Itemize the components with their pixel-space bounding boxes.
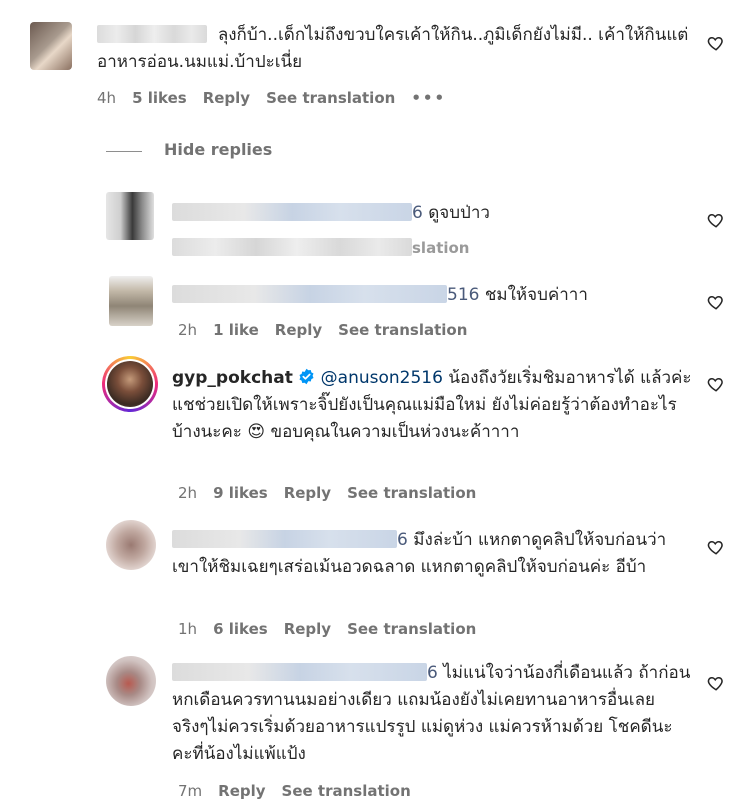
avatar-with-story-ring[interactable] — [102, 356, 158, 412]
blurred-text — [172, 238, 412, 256]
heart-outline-icon[interactable] — [707, 34, 725, 52]
likes-count[interactable]: 5 likes — [132, 89, 187, 107]
username-suffix: 6 — [427, 663, 438, 683]
heart-outline-icon[interactable] — [707, 293, 725, 311]
comment-time: 4h — [97, 89, 117, 107]
avatar[interactable] — [30, 22, 72, 70]
comment-text: 6 มึงล่ะบ้า แหกตาดูคลิปให้จบก่อนว่าเขาให… — [172, 530, 667, 577]
reply-button[interactable]: Reply — [284, 620, 331, 638]
comment-meta: 2h 1 like Reply See translation — [178, 321, 483, 339]
blurred-meta: slation — [172, 235, 692, 262]
comment-text: 6 ดูจบป่าว — [172, 200, 692, 227]
heart-outline-icon[interactable] — [707, 211, 725, 229]
comment-text: 516 ชมให้จบค่าาา — [172, 282, 692, 309]
reply-button[interactable]: Reply — [203, 89, 250, 107]
see-translation-link[interactable]: See translation — [347, 620, 476, 638]
username-suffix: 516 — [447, 285, 480, 305]
heart-outline-icon[interactable] — [707, 674, 725, 692]
reply-button[interactable]: Reply — [284, 484, 331, 502]
mention-link[interactable]: @anuson2516 — [321, 368, 443, 388]
comment-time: 1h — [178, 620, 198, 638]
avatar[interactable] — [106, 520, 156, 570]
avatar-photo — [107, 361, 153, 407]
comment-time: 2h — [178, 484, 198, 502]
likes-count[interactable]: 9 likes — [213, 484, 268, 502]
comment-text: 6 ไม่แน่ใจว่าน้องกี่เดือนแล้ว ถ้าก่อนหกเ… — [172, 663, 691, 764]
divider-line — [106, 151, 142, 152]
hide-replies-label[interactable]: Hide replies — [164, 140, 272, 159]
username-suffix: 6 — [397, 530, 408, 550]
heart-outline-icon[interactable] — [707, 538, 725, 556]
comment-text: gyp_pokchat @anuson2516 น้องถึงวัยเริ่มช… — [172, 368, 692, 442]
see-translation-link[interactable]: See translation — [266, 89, 395, 107]
avatar[interactable] — [106, 192, 154, 240]
avatar-image — [105, 359, 155, 409]
comment-text: ลุงก็บ้า..เด็กไม่ถึงขวบใครเค้าให้กิน..ภู… — [97, 25, 689, 72]
comment-time: 7m — [178, 782, 203, 800]
blurred-username — [172, 285, 447, 303]
more-options-icon[interactable]: ••• — [411, 89, 446, 107]
comment-time: 2h — [178, 321, 198, 339]
blurred-username — [172, 530, 397, 548]
heart-outline-icon[interactable] — [707, 375, 725, 393]
likes-count[interactable]: 6 likes — [213, 620, 268, 638]
comment-meta: 4h 5 likes Reply See translation ••• — [97, 89, 462, 107]
blurred-username — [172, 203, 412, 221]
comment-meta: 7m Reply See translation — [178, 782, 427, 800]
comment-meta: 2h 9 likes Reply See translation — [178, 484, 492, 502]
reply-button[interactable]: Reply — [275, 321, 322, 339]
avatar[interactable] — [106, 656, 156, 706]
verified-badge-icon — [299, 368, 314, 385]
username-suffix: 6 — [412, 203, 423, 223]
blurred-username — [97, 25, 207, 43]
see-translation-link[interactable]: See translation — [347, 484, 476, 502]
see-translation-link[interactable]: See translation — [338, 321, 467, 339]
avatar[interactable] — [109, 276, 153, 326]
see-translation-link[interactable]: See translation — [282, 782, 411, 800]
reply-button[interactable]: Reply — [218, 782, 265, 800]
blurred-username — [172, 663, 427, 681]
heart-eyes-emoji: 😍 — [247, 422, 266, 442]
comment-meta: 1h 6 likes Reply See translation — [178, 620, 492, 638]
likes-count[interactable]: 1 like — [213, 321, 259, 339]
username[interactable]: gyp_pokchat — [172, 368, 293, 388]
